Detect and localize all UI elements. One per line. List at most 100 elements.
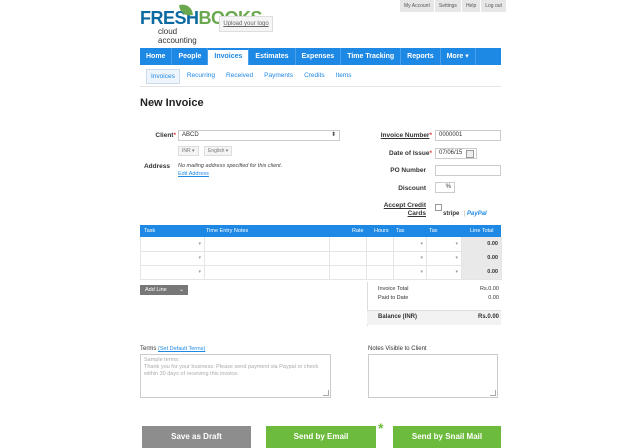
subnav-received[interactable]: Received [222,69,257,84]
table-row: ▾ ▾ ▾ 0.00 [140,251,502,266]
resize-handle-icon[interactable] [490,390,496,396]
notes-label: Notes Visible to Client [368,346,427,352]
accept-cards-checkbox[interactable] [435,204,442,211]
terms-textarea[interactable]: Sample terms: Thank you for your busines… [140,354,331,398]
header-notes: Time Entry Notes [206,228,249,234]
logout-link[interactable]: Log out [481,0,506,12]
freshbooks-logo[interactable]: FRESHBOOKS cloud accounting [140,3,263,45]
rate-input[interactable] [330,237,367,251]
recommended-asterisk: * [378,420,384,436]
nav-expenses[interactable]: Expenses [296,48,342,65]
header-line-total: Line Total [470,228,494,234]
select-arrows-icon: ⬍ [330,132,336,138]
add-line-button[interactable]: Add Line ⌄ [140,285,188,295]
header-tax-2: Tax [429,228,438,234]
accept-cards-label: Accept Credit Cards [383,202,426,217]
table-row: ▾ ▾ ▾ 0.00 [140,237,502,252]
invoice-total-value: Rs.0.00 [480,286,499,292]
line-total: 0.00 [462,251,502,265]
subnav-recurring[interactable]: Recurring [183,69,219,84]
sub-nav: Invoices Recurring Received Payments Cre… [146,69,356,84]
balance-row: Balance (INR) Rs.0.00 [367,310,501,325]
notes-input[interactable] [205,265,330,279]
client-select[interactable]: ABCD ⬍ [178,130,340,141]
nav-estimates[interactable]: Estimates [249,48,296,65]
balance-value: Rs.0.00 [477,314,499,320]
terms-label: Terms (Set Default Terms) [140,346,206,352]
discount-input[interactable]: % [435,182,455,193]
page-title: New Invoice [140,97,204,109]
notes-textarea[interactable] [368,354,498,398]
tax-2-select[interactable]: ▾ [427,251,462,265]
tax-2-select[interactable]: ▾ [427,265,462,279]
invoice-total-label: Invoice Total [378,286,409,292]
invoice-number-label: Invoice Number* [380,132,432,139]
calendar-icon[interactable] [466,150,474,158]
stripe-logo: stripe [443,211,460,217]
address-label: Address [143,163,170,170]
chevron-down-icon: ⌄ [178,287,184,293]
header-task: Task [144,228,156,234]
tax-2-select[interactable]: ▾ [427,237,462,251]
subnav-credits[interactable]: Credits [300,69,329,84]
hours-input[interactable] [367,251,394,265]
nav-invoices[interactable]: Invoices [208,48,250,65]
line-total: 0.00 [462,237,502,251]
task-select[interactable]: ▾ [141,251,205,265]
balance-label: Balance (INR) [378,314,418,320]
rate-input[interactable] [330,265,367,279]
subnav-invoices[interactable]: Invoices [146,69,180,84]
save-as-draft-button[interactable]: Save as Draft [142,426,251,448]
hours-input[interactable] [367,265,394,279]
payment-logos: stripe | PayPal [443,211,487,217]
main-nav: Home People Invoices Estimates Expenses … [140,48,501,65]
currency-select[interactable]: INR ▾ [178,146,199,156]
client-label: Client* [155,132,176,139]
notes-input[interactable] [205,237,330,251]
date-input[interactable]: 07/06/15 [435,148,477,159]
tax-1-select[interactable]: ▾ [394,251,427,265]
brand-tagline: cloud accounting [158,27,197,45]
send-by-snail-mail-button[interactable]: Send by Snail Mail [393,426,501,448]
help-link[interactable]: Help [461,0,481,12]
header-tax-1: Tax [396,228,405,234]
nav-reports[interactable]: Reports [401,48,441,65]
date-label: Date of Issue* [389,150,432,157]
set-default-terms-link[interactable]: (Set Default Terms) [158,346,205,352]
my-account-link[interactable]: My Account [400,0,434,12]
notes-input[interactable] [205,251,330,265]
subnav-items[interactable]: Items [332,69,356,84]
subnav-payments[interactable]: Payments [260,69,297,84]
send-by-email-button[interactable]: Send by Email [266,426,376,448]
table-row: ▾ ▾ ▾ 0.00 [140,265,502,280]
divider [140,86,501,87]
paid-to-date-value: 0.00 [488,295,499,301]
line-total: 0.00 [462,265,502,279]
line-items-header: Task Time Entry Notes Rate Hours Tax Tax… [140,225,501,237]
address-note: No mailing address specified for this cl… [178,163,283,169]
nav-home[interactable]: Home [140,48,173,65]
settings-link[interactable]: Settings [434,0,461,12]
hours-input[interactable] [367,237,394,251]
nav-time-tracking[interactable]: Time Tracking [341,48,402,65]
rate-input[interactable] [330,251,367,265]
tax-1-select[interactable]: ▾ [394,265,427,279]
task-select[interactable]: ▾ [141,237,205,251]
paypal-logo: PayPal [467,211,487,217]
task-select[interactable]: ▾ [141,265,205,279]
header-rate: Rate [352,228,364,234]
account-links: My Account Settings Help Log out [400,0,506,12]
nav-more[interactable]: More ▾ [441,48,476,65]
po-number-label: PO Number [390,167,426,174]
paid-to-date-label: Paid to Date [378,295,409,301]
po-number-input[interactable] [435,165,501,176]
nav-people[interactable]: People [172,48,209,65]
resize-handle-icon[interactable] [323,390,329,396]
upload-logo-button[interactable]: Upload your logo [219,16,273,32]
header-hours: Hours [374,228,389,234]
discount-label: Discount [398,185,426,192]
edit-address-link[interactable]: Edit Address [178,171,209,177]
language-select[interactable]: English ▾ [204,146,233,156]
invoice-number-input[interactable]: 0000001 [435,130,501,141]
tax-1-select[interactable]: ▾ [394,237,427,251]
